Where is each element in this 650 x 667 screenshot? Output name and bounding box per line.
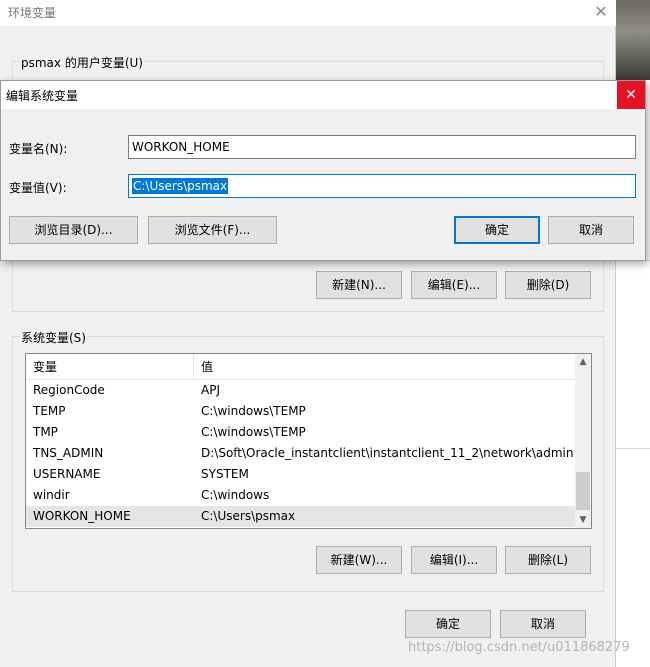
system-edit-button[interactable]: 编辑(I)... — [411, 546, 497, 574]
table-row[interactable]: RegionCode APJ — [26, 380, 575, 401]
row-variable-name: WORKON_HOME — [33, 509, 131, 523]
dialog-title: 编辑系统变量 — [6, 89, 79, 103]
edit-system-variable-dialog: 编辑系统变量 ✕ 变量名(N): WORKON_HOME 变量值(V): C:\… — [0, 80, 646, 261]
table-row[interactable]: TMP C:\windows\TEMP — [26, 422, 575, 443]
close-icon[interactable]: ✕ — [617, 81, 645, 109]
table-row-selected[interactable]: WORKON_HOME C:\Users\psmax — [26, 506, 575, 527]
table-row[interactable]: TEMP C:\windows\TEMP — [26, 401, 575, 422]
table-row[interactable]: USERNAME SYSTEM — [26, 464, 575, 485]
scroll-down-icon[interactable]: ▼ — [575, 512, 591, 528]
row-variable-value: C:\windows\TEMP — [201, 425, 306, 439]
system-new-button[interactable]: 新建(W)... — [316, 546, 402, 574]
ok-button[interactable]: 确定 — [405, 610, 491, 638]
vertical-scrollbar[interactable]: ▲ ▼ — [575, 354, 591, 528]
row-variable-name: TNS_ADMIN — [33, 446, 104, 460]
scroll-up-icon[interactable]: ▲ — [575, 354, 591, 370]
system-delete-button[interactable]: 删除(L) — [505, 546, 591, 574]
row-variable-name: windir — [33, 488, 70, 502]
table-header: 变量 值 — [26, 354, 575, 380]
cancel-button[interactable]: 取消 — [500, 610, 586, 638]
dialog-titlebar: 编辑系统变量 ✕ — [1, 81, 645, 109]
row-variable-value: D:\Soft\Oracle_instantclient\instantclie… — [201, 446, 574, 460]
parent-window-title: 环境变量 — [8, 6, 57, 20]
row-variable-value: APJ — [201, 383, 220, 397]
variable-name-text: WORKON_HOME — [132, 140, 230, 154]
user-vars-label: psmax 的用户变量(U) — [20, 54, 144, 71]
dialog-ok-button[interactable]: 确定 — [454, 216, 540, 244]
table-row[interactable]: windir C:\windows — [26, 485, 575, 506]
dialog-cancel-button[interactable]: 取消 — [548, 216, 634, 244]
row-variable-name: TEMP — [33, 404, 66, 418]
column-header-value[interactable]: 值 — [194, 354, 575, 380]
user-edit-button[interactable]: 编辑(E)... — [411, 271, 497, 299]
table-row[interactable]: TNS_ADMIN D:\Soft\Oracle_instantclient\i… — [26, 443, 575, 464]
system-vars-label: 系统变量(S) — [20, 329, 87, 346]
parent-titlebar: 环境变量 ✕ — [0, 0, 616, 26]
system-vars-table[interactable]: 变量 值 RegionCode APJ TEMP C:\windows\TEMP… — [25, 353, 592, 529]
row-variable-value: C:\Users\psmax — [201, 509, 296, 523]
user-delete-button[interactable]: 删除(D) — [505, 271, 591, 299]
browse-directory-button[interactable]: 浏览目录(D)... — [9, 216, 138, 244]
row-variable-value: SYSTEM — [201, 467, 249, 481]
row-variable-name: TMP — [33, 425, 58, 439]
variable-value-field[interactable]: C:\Users\psmax — [128, 174, 636, 198]
variable-value-label: 变量值(V): — [9, 181, 67, 195]
row-variable-value: C:\windows\TEMP — [201, 404, 306, 418]
column-header-variable[interactable]: 变量 — [26, 354, 194, 380]
background-divider — [616, 448, 650, 449]
browse-file-button[interactable]: 浏览文件(F)... — [148, 216, 277, 244]
variable-value-text: C:\Users\psmax — [132, 178, 229, 194]
row-variable-value: C:\windows — [201, 488, 270, 502]
row-variable-name: RegionCode — [33, 383, 105, 397]
variable-name-field[interactable]: WORKON_HOME — [128, 135, 636, 159]
scroll-thumb[interactable] — [576, 472, 590, 510]
background-image — [616, 0, 650, 80]
row-variable-name: USERNAME — [33, 467, 101, 481]
user-new-button[interactable]: 新建(N)... — [316, 271, 402, 299]
watermark-text: https://blog.csdn.net/u011868279 — [408, 640, 630, 655]
variable-name-label: 变量名(N): — [9, 142, 68, 156]
parent-close-icon[interactable]: ✕ — [590, 2, 612, 22]
